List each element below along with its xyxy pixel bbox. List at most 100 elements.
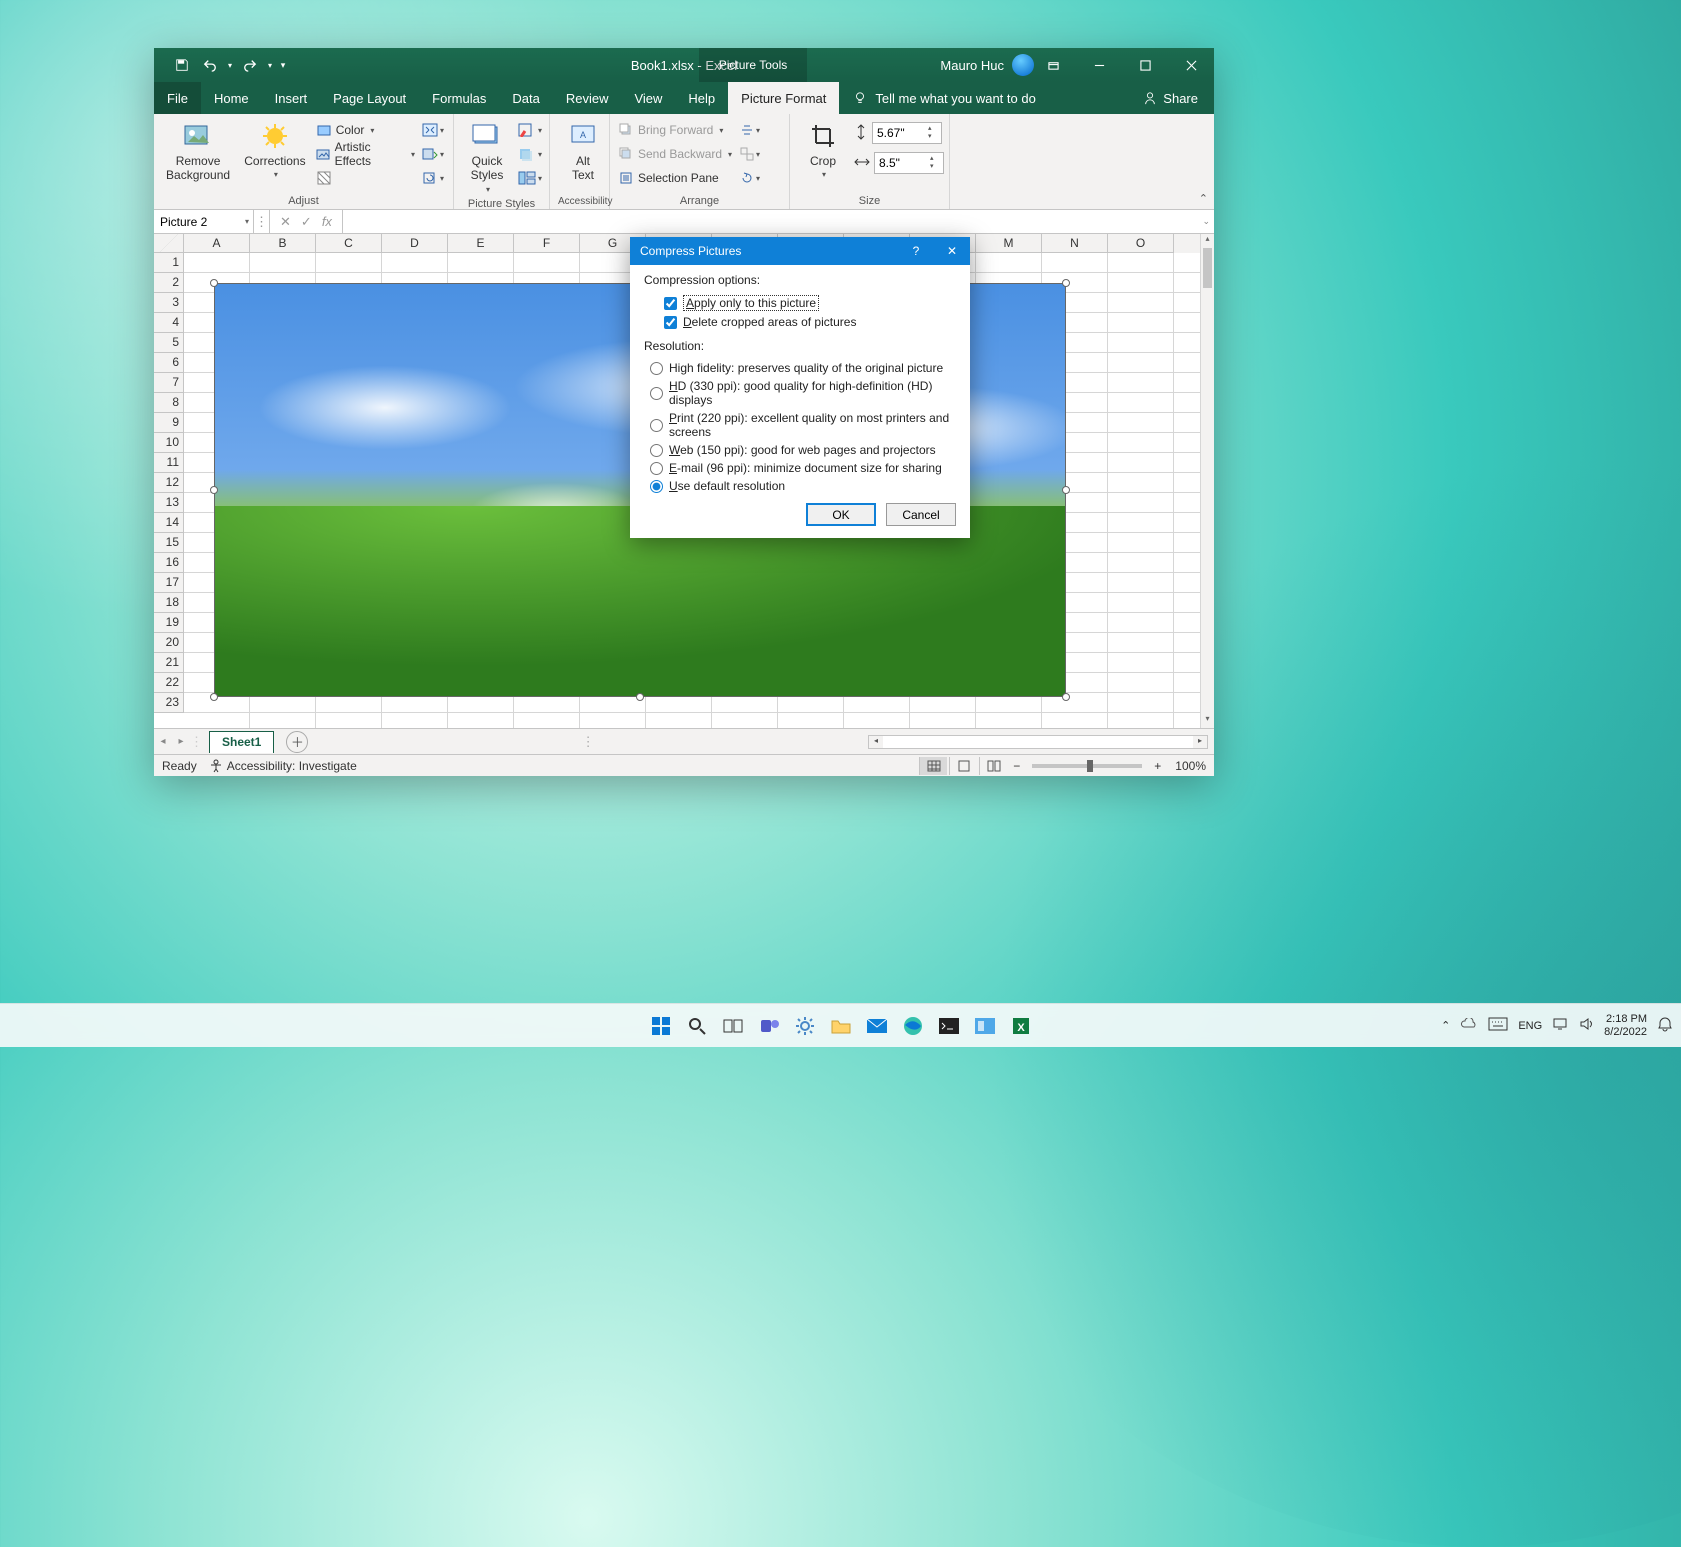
row-header[interactable]: 5 <box>154 333 184 353</box>
tab-review[interactable]: Review <box>553 82 622 114</box>
quick-styles-button[interactable]: Quick Styles▾ <box>462 118 512 196</box>
row-header[interactable]: 8 <box>154 393 184 413</box>
clock[interactable]: 2:18 PM 8/2/2022 <box>1604 1013 1647 1037</box>
ok-button[interactable]: OK <box>806 503 876 526</box>
row-header[interactable]: 19 <box>154 613 184 633</box>
column-header[interactable]: F <box>514 234 580 253</box>
cancel-button[interactable]: Cancel <box>886 503 956 526</box>
web-radio[interactable] <box>650 444 663 457</box>
row-header[interactable]: 21 <box>154 653 184 673</box>
undo-button[interactable] <box>196 51 224 79</box>
row-header[interactable]: 4 <box>154 313 184 333</box>
row-header[interactable]: 10 <box>154 433 184 453</box>
column-header[interactable]: O <box>1108 234 1174 253</box>
row-header[interactable]: 1 <box>154 253 184 273</box>
task-view-icon[interactable] <box>719 1012 747 1040</box>
group-button[interactable]: ▾ <box>738 144 762 164</box>
selection-pane-button[interactable]: Selection Pane <box>618 168 732 188</box>
tab-help[interactable]: Help <box>675 82 728 114</box>
row-header[interactable]: 20 <box>154 633 184 653</box>
volume-icon[interactable] <box>1578 1017 1594 1034</box>
row-header[interactable]: 14 <box>154 513 184 533</box>
app-icon[interactable] <box>971 1012 999 1040</box>
keyboard-icon[interactable] <box>1488 1017 1508 1034</box>
high-fidelity-radio[interactable] <box>650 362 663 375</box>
tab-view[interactable]: View <box>621 82 675 114</box>
tab-page-layout[interactable]: Page Layout <box>320 82 419 114</box>
tab-file[interactable]: File <box>154 82 201 114</box>
redo-dropdown[interactable]: ▾ <box>264 51 276 79</box>
picture-border-button[interactable]: ▾ <box>518 120 542 140</box>
horizontal-scrollbar[interactable]: ◂ ▸ <box>868 735 1208 749</box>
column-header[interactable]: N <box>1042 234 1108 253</box>
onedrive-icon[interactable] <box>1460 1018 1478 1033</box>
default-radio[interactable] <box>650 480 663 493</box>
row-header[interactable]: 13 <box>154 493 184 513</box>
zoom-slider[interactable] <box>1032 764 1142 768</box>
row-header[interactable]: 12 <box>154 473 184 493</box>
align-button[interactable]: ▾ <box>738 120 762 140</box>
zoom-out-button[interactable]: − <box>1009 759 1024 773</box>
settings-icon[interactable] <box>791 1012 819 1040</box>
color-button[interactable]: Color▾ <box>316 120 415 140</box>
row-header[interactable]: 2 <box>154 273 184 293</box>
artistic-effects-button[interactable]: Artistic Effects▾ <box>316 144 415 164</box>
row-header[interactable]: 11 <box>154 453 184 473</box>
share-button[interactable]: Share <box>1143 82 1214 114</box>
bring-forward-button[interactable]: Bring Forward▾ <box>618 120 732 140</box>
apply-only-checkbox[interactable] <box>664 297 677 310</box>
tab-home[interactable]: Home <box>201 82 262 114</box>
print-radio[interactable] <box>650 419 663 432</box>
sheet-nav-prev[interactable]: ◂ <box>154 736 172 747</box>
name-box[interactable]: Picture 2▾ <box>154 210 254 233</box>
undo-dropdown[interactable]: ▾ <box>224 51 236 79</box>
save-icon[interactable] <box>168 51 196 79</box>
row-header[interactable]: 15 <box>154 533 184 553</box>
page-layout-view-icon[interactable] <box>949 757 977 775</box>
height-input[interactable]: 5.67"▴▾ <box>872 122 942 144</box>
search-icon[interactable] <box>683 1012 711 1040</box>
normal-view-icon[interactable] <box>919 757 947 775</box>
mail-icon[interactable] <box>863 1012 891 1040</box>
notifications-icon[interactable] <box>1657 1016 1673 1035</box>
row-header[interactable]: 7 <box>154 373 184 393</box>
accessibility-status[interactable]: Accessibility: Investigate <box>209 759 357 773</box>
close-button[interactable] <box>1168 49 1214 81</box>
tab-data[interactable]: Data <box>499 82 552 114</box>
zoom-in-button[interactable]: + <box>1150 759 1165 773</box>
column-header[interactable]: C <box>316 234 382 253</box>
start-button[interactable] <box>647 1012 675 1040</box>
ribbon-display-options[interactable] <box>1030 49 1076 81</box>
hd-radio[interactable] <box>650 387 663 400</box>
enter-entry-icon[interactable]: ✓ <box>301 214 312 230</box>
formula-input[interactable]: ⌄ <box>343 210 1214 233</box>
width-input[interactable]: 8.5"▴▾ <box>874 152 944 174</box>
remove-background-button[interactable]: Remove Background <box>162 118 234 185</box>
alt-text-button[interactable]: A Alt Text <box>558 118 608 185</box>
terminal-icon[interactable] <box>935 1012 963 1040</box>
corrections-button[interactable]: Corrections ▾ <box>240 118 310 182</box>
change-picture-button[interactable]: ▾ <box>421 144 445 164</box>
row-header[interactable]: 6 <box>154 353 184 373</box>
fx-icon[interactable]: fx <box>322 214 332 229</box>
rotate-button[interactable]: ▾ <box>738 168 762 188</box>
tab-formulas[interactable]: Formulas <box>419 82 499 114</box>
row-header[interactable]: 17 <box>154 573 184 593</box>
row-header[interactable]: 16 <box>154 553 184 573</box>
minimize-button[interactable] <box>1076 49 1122 81</box>
column-header[interactable]: B <box>250 234 316 253</box>
collapse-ribbon-icon[interactable]: ⌃ <box>1199 192 1208 205</box>
transparency-button[interactable] <box>316 168 415 188</box>
dialog-help-button[interactable]: ? <box>898 237 934 265</box>
column-header[interactable]: M <box>976 234 1042 253</box>
tray-chevron-icon[interactable]: ⌃ <box>1441 1019 1450 1032</box>
row-header[interactable]: 23 <box>154 693 184 713</box>
edge-icon[interactable] <box>899 1012 927 1040</box>
column-header[interactable]: D <box>382 234 448 253</box>
picture-effects-button[interactable]: ▾ <box>518 144 542 164</box>
tab-picture-format[interactable]: Picture Format <box>728 82 839 114</box>
language-indicator[interactable]: ENG <box>1518 1020 1542 1032</box>
send-backward-button[interactable]: Send Backward▾ <box>618 144 732 164</box>
crop-button[interactable]: Crop▾ <box>798 118 848 182</box>
reset-picture-button[interactable]: ▾ <box>421 168 445 188</box>
